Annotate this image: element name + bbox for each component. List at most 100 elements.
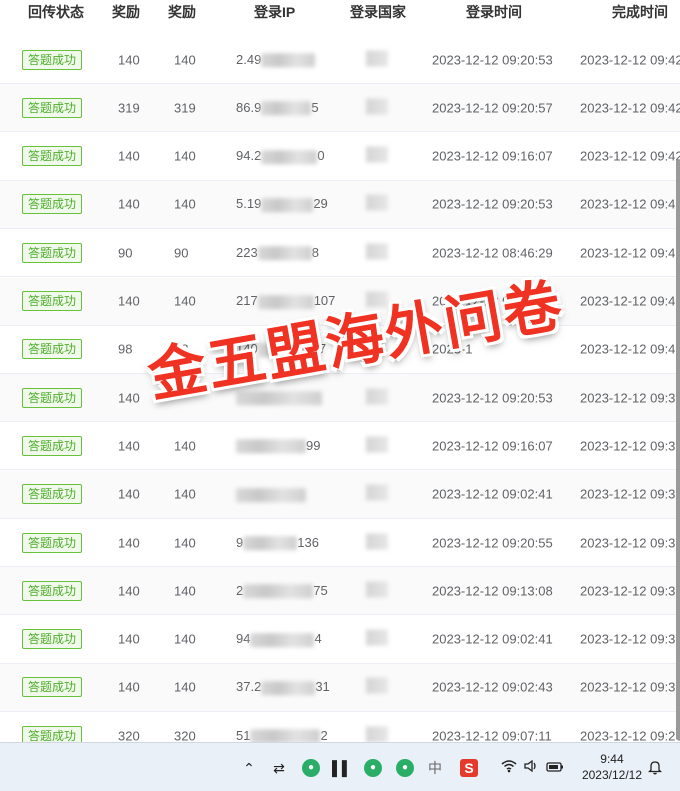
ip-tail-part: 99	[306, 438, 321, 454]
login-country-cell	[366, 243, 388, 262]
table-row[interactable]: 答题成功 140 140 9 136 2023-12-12 09:20:55 20…	[0, 519, 680, 567]
table-row[interactable]: 答题成功 320 320 51 2 2023-12-12 09:07:11 202…	[0, 712, 680, 742]
ime-icon[interactable]: 中	[426, 759, 444, 777]
ip-visible-part: 2.49	[236, 51, 262, 67]
bell-icon[interactable]	[646, 759, 664, 777]
ip-redacted	[236, 487, 306, 502]
col-header-finish-time[interactable]: 完成时间	[612, 2, 668, 22]
login-time-cell: 2023-12-12 09:16:07	[432, 438, 553, 454]
col-header-login-time[interactable]: 登录时间	[466, 2, 522, 22]
finish-time-cell: 2023-12-12 09:42	[580, 100, 680, 116]
finish-time-cell: 2023-12-12 09:40	[580, 341, 680, 357]
finish-time-cell: 2023-12-12 09:35	[580, 486, 680, 502]
wechat-icon[interactable]: ●	[396, 759, 414, 777]
ip-redacted	[250, 729, 321, 742]
reward-1-cell: 140	[118, 148, 140, 164]
ip-visible-part: 37.2	[236, 679, 262, 695]
ip-visible-part: 2	[236, 583, 244, 599]
table-row[interactable]: 答题成功 140 140 94.2 0 2023-12-12 09:16:07 2…	[0, 133, 680, 181]
login-ip-cell: 94.2 0	[236, 148, 325, 164]
speaker-icon[interactable]	[522, 759, 540, 777]
finish-time-cell: 2023-12-12 09:41	[580, 196, 680, 212]
login-ip-cell: 223 8	[236, 245, 319, 261]
reward-2-cell: 140	[174, 486, 196, 502]
reward-2-cell: 140	[174, 148, 196, 164]
cloudmusic-icon[interactable]: ▌▌	[332, 759, 352, 777]
login-time-cell: 2023-12-12 08:46:29	[432, 245, 553, 261]
table-row[interactable]: 答题成功 140 140 2 75 2023-12-12 09:13:08 202…	[0, 567, 680, 616]
table-row[interactable]: 答题成功 140 140 99 2023-12-12 09:16:07 2023…	[0, 422, 680, 471]
login-ip-cell: 2 75	[236, 583, 328, 599]
status-badge: 答题成功	[22, 725, 83, 742]
country-redacted	[366, 243, 388, 260]
status-tag-cell: 答题成功	[22, 532, 83, 553]
status-tag-cell: 答题成功	[22, 194, 83, 215]
finish-time-cell: 2023-12-12 09:33	[580, 583, 680, 599]
col-header-reward-2[interactable]: 奖励	[168, 2, 196, 22]
clock-time: 9:44	[600, 752, 624, 766]
status-tag-cell: 答题成功	[22, 435, 83, 456]
table-row[interactable]: 答题成功 140 140 5.19 29 2023-12-12 09:20:53 …	[0, 180, 680, 229]
finish-time-cell: 2023-12-12 09:31	[580, 679, 680, 695]
login-time-cell: 2023-12-12 09:16:07	[432, 148, 553, 164]
taskbar: ⌃ ⇄ ● ▌▌ ● ● 中 S 9:44 2023/12/12	[0, 742, 680, 791]
reward-2-cell: 140	[174, 679, 196, 695]
table-row[interactable]: 答题成功 319 319 86.9 5 2023-12-12 09:20:57 2…	[0, 84, 680, 133]
ip-redacted	[261, 149, 318, 164]
country-redacted	[366, 677, 388, 694]
wechat-icon[interactable]: ●	[302, 759, 320, 777]
login-ip-cell: 94 4	[236, 631, 322, 647]
country-redacted	[366, 484, 388, 501]
wifi-icon[interactable]	[500, 759, 518, 777]
status-tag-cell: 答题成功	[22, 629, 83, 650]
ip-tail-part: 0	[317, 148, 325, 164]
system-clock[interactable]: 9:44 2023/12/12	[582, 751, 642, 783]
battery-icon[interactable]	[546, 759, 564, 777]
ip-tail-part: 75	[313, 583, 328, 599]
table-row[interactable]: 答题成功 140 2023-12-12 09:20:53 2023-12-12 …	[0, 374, 680, 423]
ip-visible-part: 9	[236, 534, 244, 550]
finish-time-cell: 2023-12-12 09:32	[580, 631, 680, 647]
ip-redacted	[261, 53, 316, 68]
status-badge: 答题成功	[22, 677, 83, 698]
reward-1-cell: 140	[118, 583, 140, 599]
status-badge: 答题成功	[22, 194, 83, 215]
status-tag-cell: 答题成功	[22, 49, 83, 70]
col-header-reward-1[interactable]: 奖励	[112, 2, 140, 22]
reward-1-cell: 90	[118, 245, 133, 261]
col-header-login-country[interactable]: 登录国家	[350, 2, 406, 22]
reward-2-cell: 140	[174, 631, 196, 647]
ip-redacted	[261, 681, 316, 696]
wechat-icon[interactable]: ●	[364, 759, 382, 777]
login-time-cell: 2023-12-12 09:02:41	[432, 486, 553, 502]
login-time-cell: 2023-12-12 09:02:41	[432, 631, 553, 647]
reward-2-cell: 140	[174, 52, 196, 67]
col-header-login-ip[interactable]: 登录IP	[254, 2, 295, 22]
chevron-up-icon[interactable]: ⌃	[240, 759, 258, 777]
vertical-scrollbar[interactable]	[676, 160, 680, 740]
ip-visible-part: 223	[236, 244, 258, 260]
status-tag-cell: 答题成功	[22, 146, 83, 167]
sliders-icon[interactable]: ⇄	[270, 759, 288, 777]
table-row[interactable]: 答题成功 140 140 37.2 31 2023-12-12 09:02:43 …	[0, 663, 680, 712]
col-header-status[interactable]: 回传状态	[28, 2, 84, 22]
ip-tail-part: 2	[320, 727, 328, 742]
ip-redacted	[250, 632, 315, 647]
status-tag-cell: 答题成功	[22, 387, 83, 408]
finish-time-cell: 2023-12-12 09:40	[580, 293, 680, 309]
sogou-icon[interactable]: S	[460, 759, 478, 777]
ip-tail-part: 5	[311, 100, 319, 116]
table-row[interactable]: 答题成功 140 140 2023-12-12 09:02:41 2023-12…	[0, 470, 680, 519]
status-tag-cell: 答题成功	[22, 484, 83, 505]
table-row[interactable]: 答题成功 140 140 2.49 2023-12-12 09:20:53 20…	[0, 36, 680, 84]
ip-tail-part: 8	[311, 244, 319, 260]
table-row[interactable]: 答题成功 90 90 223 8 2023-12-12 08:46:29 2023…	[0, 229, 680, 278]
status-badge: 答题成功	[22, 532, 83, 553]
ip-redacted	[243, 536, 298, 551]
table-row[interactable]: 答题成功 140 140 94 4 2023-12-12 09:02:41 202…	[0, 616, 680, 664]
login-country-cell	[366, 50, 388, 69]
status-tag-cell: 答题成功	[22, 339, 83, 360]
reward-2-cell: 319	[174, 100, 196, 116]
status-badge: 答题成功	[22, 339, 83, 360]
login-time-cell: 2023-12-12 09:20:53	[432, 390, 553, 406]
